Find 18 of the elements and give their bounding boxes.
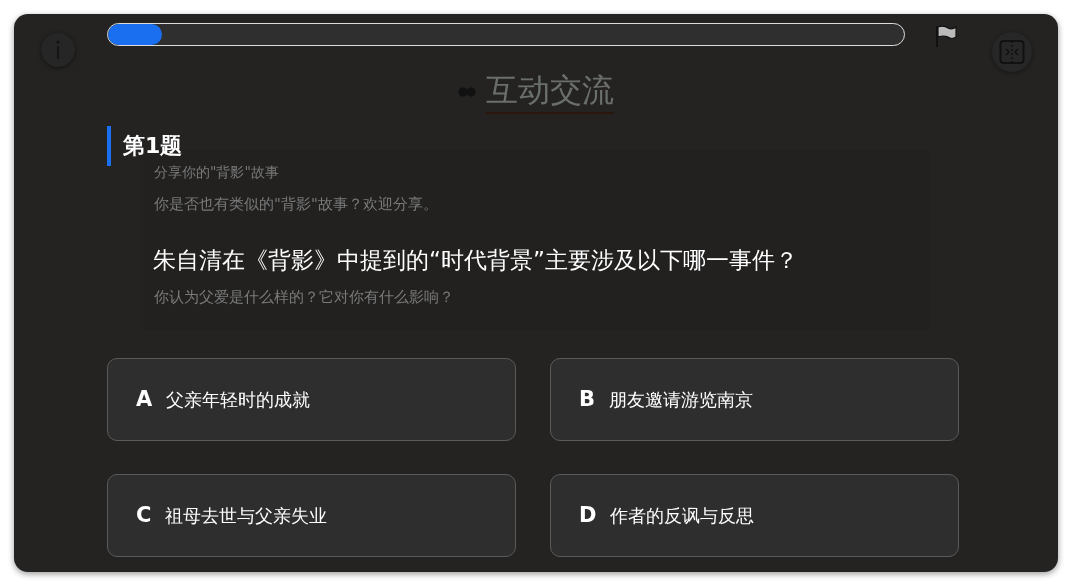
- prompt-heading: 分享你的"背影"故事: [154, 163, 280, 182]
- option-letter: C: [136, 501, 152, 529]
- answer-option[interactable]: B 朋友邀请游览南京: [550, 358, 959, 441]
- answer-option[interactable]: A 父亲年轻时的成就: [107, 358, 516, 441]
- prompt-text: 你是否也有类似的"背影"故事？欢迎分享。: [154, 194, 439, 215]
- option-text: 作者的反讽与反思: [610, 504, 755, 528]
- section-heading: 互动交流: [486, 70, 614, 114]
- option-text: 朋友邀请游览南京: [609, 388, 753, 412]
- question-text: 朱自清在《背影》中提到的“时代背景”主要涉及以下哪一事件？: [153, 246, 798, 275]
- answer-option[interactable]: D 作者的反讽与反思: [550, 474, 959, 557]
- option-letter: B: [579, 385, 595, 413]
- prompt-text: 你认为父爱是什么样的？它对你有什么影响？: [154, 286, 455, 308]
- option-text: 父亲年轻时的成就: [166, 388, 311, 412]
- answer-option[interactable]: C 祖母去世与父亲失业: [107, 474, 516, 557]
- question-number: 第1题: [107, 126, 183, 166]
- option-letter: A: [136, 385, 153, 413]
- option-text: 祖母去世与父亲失业: [165, 504, 328, 528]
- option-letter: D: [579, 501, 597, 529]
